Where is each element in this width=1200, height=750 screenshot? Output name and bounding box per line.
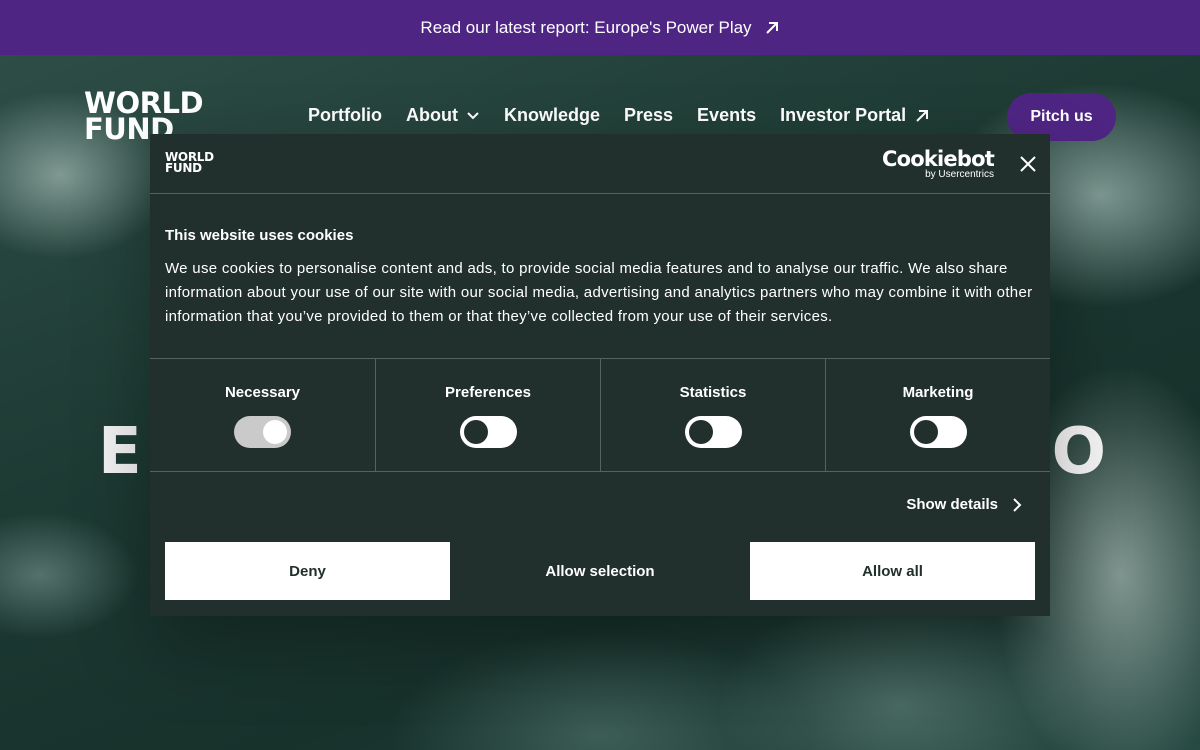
toggle-knob [263, 420, 287, 444]
nav-events-label: Events [697, 105, 757, 125]
nav-press[interactable]: Press [624, 105, 673, 126]
category-necessary: Necessary [150, 359, 375, 472]
arrow-up-right-icon [916, 109, 929, 122]
necessary-toggle[interactable] [234, 416, 291, 448]
chevron-down-icon [467, 111, 479, 119]
close-icon[interactable] [1018, 154, 1038, 174]
marketing-toggle[interactable] [909, 416, 967, 448]
preferences-toggle[interactable] [459, 416, 517, 448]
cookie-dialog-header: WORLD FUND Cookiebot by Usercentrics [150, 134, 1050, 194]
nav-press-label: Press [624, 105, 674, 125]
nav-portfolio-label: Portfolio [308, 105, 382, 125]
toggle-knob [688, 420, 713, 444]
nav-knowledge[interactable]: Knowledge [504, 105, 600, 126]
cookie-dialog-body: This website uses cookies We use cookies… [150, 194, 1050, 359]
category-statistics: Statistics [600, 359, 825, 472]
nav-investor-portal[interactable]: Investor Portal [780, 105, 930, 126]
chevron-right-icon [1013, 497, 1022, 512]
arrow-up-right-icon [765, 21, 778, 34]
category-statistics-label: Statistics [679, 384, 747, 401]
category-necessary-label: Necessary [224, 384, 301, 401]
announcement-bar: Read our latest report: Europe's Power P… [0, 0, 1200, 55]
toggle-knob [463, 420, 488, 444]
cookie-description: We use cookies to personalise content an… [165, 260, 1033, 325]
show-details-link[interactable]: Show details [906, 496, 1022, 513]
deny-button[interactable]: Deny [165, 542, 450, 600]
nav-events[interactable]: Events [697, 105, 756, 126]
statistics-toggle[interactable] [684, 416, 742, 448]
category-marketing: Marketing [825, 359, 1050, 472]
category-marketing-label: Marketing [902, 384, 974, 401]
cookie-consent-dialog: WORLD FUND Cookiebot by Usercentrics Thi… [150, 134, 1050, 616]
cookie-title: This website uses cookies [165, 227, 354, 244]
nav-about-label: About [406, 105, 458, 125]
cookiebot-brand: Cookiebot [882, 147, 995, 171]
cookie-categories: Necessary Preferences Statistics Marketi… [150, 359, 1050, 472]
small-logo-line-2: FUND [165, 161, 202, 175]
category-preferences: Preferences [375, 359, 600, 472]
allow-all-button[interactable]: Allow all [750, 542, 1035, 600]
nav-investor-portal-label: Investor Portal [780, 105, 907, 125]
nav-knowledge-label: Knowledge [503, 105, 600, 125]
cookie-buttons: Deny Allow selection Allow all [165, 542, 1035, 600]
nav-links: Portfolio About Knowledge Press Events I… [308, 105, 930, 126]
hero-title-right: O [1051, 415, 1108, 489]
show-details-label: Show details [906, 496, 998, 513]
toggle-knob [913, 420, 938, 444]
nav-portfolio[interactable]: Portfolio [308, 105, 382, 126]
hero-title-left: E [98, 415, 144, 489]
allow-selection-button[interactable]: Allow selection [458, 542, 743, 600]
nav-about[interactable]: About [406, 105, 480, 126]
category-preferences-label: Preferences [445, 384, 531, 401]
announcement-link[interactable]: Read our latest report: Europe's Power P… [420, 18, 779, 38]
announcement-text: Read our latest report: Europe's Power P… [420, 17, 752, 37]
details-row: Show details [150, 472, 1050, 541]
world-fund-logo-small: WORLD FUND [165, 151, 214, 175]
cookiebot-logo[interactable]: Cookiebot by Usercentrics [882, 147, 995, 180]
